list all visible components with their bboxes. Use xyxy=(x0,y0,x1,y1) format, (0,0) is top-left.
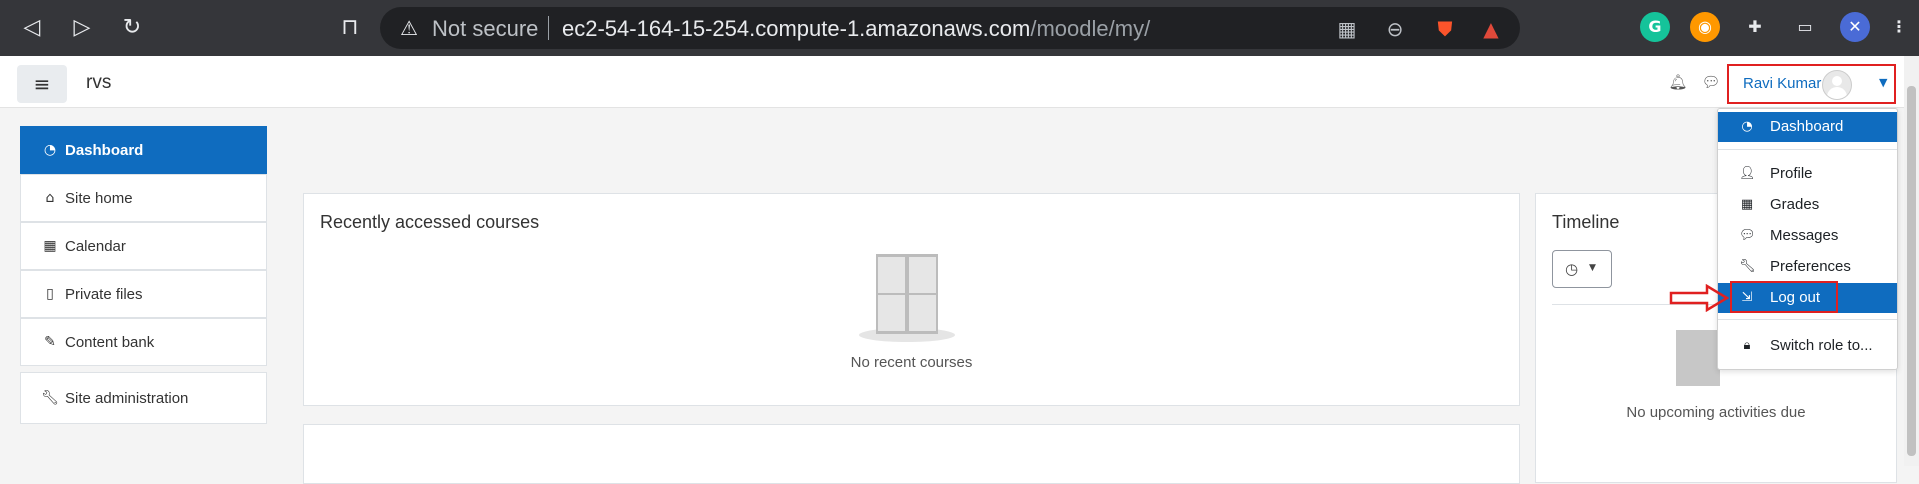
drawer-item-label: Private files xyxy=(65,286,143,303)
menu-item-messages[interactable]: 💬︎ Messages xyxy=(1718,221,1897,251)
card-title: Recently accessed courses xyxy=(320,212,540,232)
card-title: Timeline xyxy=(1552,212,1620,232)
hamburger-menu-button[interactable]: ≡ xyxy=(17,65,67,103)
drawer-item-label: Dashboard xyxy=(65,142,144,159)
course-overview-card xyxy=(303,424,1520,484)
reload-icon[interactable]: ↻ xyxy=(114,10,150,46)
drawer-item-label: Content bank xyxy=(65,334,155,351)
address-bar[interactable]: ⚠ Not secure ec2-54-164-15-254.compute-1… xyxy=(380,7,1520,49)
user-secret-icon: 🔒︎ xyxy=(1743,338,1751,353)
menu-item-preferences[interactable]: 🔧︎ Preferences xyxy=(1718,252,1897,282)
brave-rewards-icon[interactable]: ▲ xyxy=(1478,16,1504,42)
table-icon: ▦ xyxy=(1740,197,1754,212)
placeholder-cell xyxy=(909,257,936,293)
site-name[interactable]: rvs xyxy=(86,72,111,94)
menu-item-label: Profile xyxy=(1770,165,1813,182)
dashboard-icon: ◔ xyxy=(1741,119,1753,134)
bell-icon[interactable]: 🔔︎ xyxy=(1668,72,1688,92)
drawer-item-dashboard[interactable]: ◔ Dashboard xyxy=(20,126,267,174)
menu-item-switch-role[interactable]: 🔒︎ Switch role to... xyxy=(1718,331,1897,361)
divider xyxy=(1718,149,1897,150)
caret-down-icon: ▼ xyxy=(1589,263,1596,273)
empty-message: No upcoming activities due xyxy=(1626,404,1806,421)
brave-shield-icon[interactable]: ⛊ xyxy=(1432,16,1458,42)
wallet-icon[interactable]: ▭ xyxy=(1790,12,1820,42)
annotation-arrow-icon xyxy=(1669,284,1729,312)
paintbrush-icon: ✎ xyxy=(44,334,56,350)
zoom-icon[interactable]: ⊖ xyxy=(1382,16,1408,42)
placeholder-cell xyxy=(878,295,905,331)
grammarly-extension-icon[interactable]: G xyxy=(1640,12,1670,42)
placeholder-box xyxy=(876,254,938,334)
bookmark-icon[interactable]: ⊓ xyxy=(332,10,368,46)
dashboard-icon: ◔ xyxy=(43,142,57,158)
security-label[interactable]: Not secure xyxy=(432,17,538,41)
nav-drawer: ◔ Dashboard ⌂ Site home ▦ Calendar ▯ Pri… xyxy=(0,108,286,466)
apps-grid-icon[interactable]: ▦ xyxy=(1334,16,1360,42)
menu-item-dashboard[interactable]: ◔ Dashboard xyxy=(1718,112,1897,142)
drawer-item-label: Site home xyxy=(65,190,133,207)
placeholder-cell xyxy=(909,295,936,331)
color-picker-extension-icon[interactable]: ◉ xyxy=(1690,12,1720,42)
menu-item-label: Grades xyxy=(1770,196,1820,213)
drawer-item-site-home[interactable]: ⌂ Site home xyxy=(20,174,267,222)
menu-item-label: Dashboard xyxy=(1770,118,1844,135)
puzzle-extensions-icon[interactable]: ✚ xyxy=(1740,12,1770,42)
drawer-item-content-bank[interactable]: ✎ Content bank xyxy=(20,318,267,366)
forward-arrow-icon[interactable]: ▷ xyxy=(64,10,100,46)
warning-icon[interactable]: ⚠ xyxy=(400,16,424,40)
timeline-filter-select[interactable]: ◷ ▼ xyxy=(1552,250,1612,288)
back-arrow-icon[interactable]: ◁ xyxy=(14,10,50,46)
menu-icon[interactable]: ⋮ xyxy=(1884,12,1914,42)
drawer-item-label: Calendar xyxy=(65,238,126,255)
caret-down-icon[interactable]: ▼ xyxy=(1879,76,1887,89)
courses-placeholder-icon xyxy=(859,254,955,342)
chat-bubble-icon[interactable]: 💬︎ xyxy=(1701,72,1721,92)
clock-icon: ◷ xyxy=(1565,260,1579,278)
chat-icon: 💬︎ xyxy=(1739,228,1756,243)
wrench-icon: 🔧︎ xyxy=(1739,259,1756,274)
drawer-item-site-administration[interactable]: 🔧︎ Site administration xyxy=(20,372,267,424)
drawer-item-calendar[interactable]: ▦ Calendar xyxy=(20,222,267,270)
user-icon: 👤︎ xyxy=(1739,166,1756,181)
url-host: ec2-54-164-15-254.compute-1.amazonaws.co… xyxy=(562,16,1031,41)
user-dropdown-menu: ◔ Dashboard 👤︎ Profile ▦ Grades 💬︎ Messa… xyxy=(1717,108,1898,370)
x-extension-icon[interactable]: ✕ xyxy=(1840,12,1870,42)
empty-message: No recent courses xyxy=(850,354,973,371)
drawer-item-label: Site administration xyxy=(65,390,189,407)
calendar-icon: ▦ xyxy=(43,238,57,254)
menu-item-grades[interactable]: ▦ Grades xyxy=(1718,190,1897,220)
scrollbar-thumb[interactable] xyxy=(1907,86,1916,456)
menu-item-label: Switch role to... xyxy=(1770,337,1873,354)
divider xyxy=(1718,319,1897,320)
scrollbar[interactable] xyxy=(1904,56,1919,466)
placeholder-cell xyxy=(878,257,905,293)
wrench-icon: 🔧︎ xyxy=(41,390,59,406)
activities-placeholder-icon xyxy=(1676,330,1720,386)
menu-item-label: Preferences xyxy=(1770,258,1851,275)
url-path: /moodle/my/ xyxy=(1030,16,1151,41)
recent-courses-card: Recently accessed courses No recent cour… xyxy=(303,193,1520,406)
user-name[interactable]: Ravi Kumar xyxy=(1743,75,1821,92)
menu-item-profile[interactable]: 👤︎ Profile xyxy=(1718,159,1897,189)
moodle-navbar: ≡ rvs 🔔︎ 💬︎ Ravi Kumar ▼ xyxy=(0,56,1919,108)
menu-item-label: Messages xyxy=(1770,227,1839,244)
home-icon: ⌂ xyxy=(45,190,55,206)
browser-toolbar: ◁ ▷ ↻ ⊓ ⚠ Not secure ec2-54-164-15-254.c… xyxy=(0,0,1919,56)
url-text[interactable]: ec2-54-164-15-254.compute-1.amazonaws.co… xyxy=(562,17,1150,41)
url-separator xyxy=(548,16,549,40)
avatar[interactable] xyxy=(1822,70,1852,100)
annotation-highlight-box xyxy=(1730,281,1838,313)
avatar-head xyxy=(1832,76,1842,86)
file-icon: ▯ xyxy=(46,286,54,302)
user-menu-toggle[interactable]: Ravi Kumar ▼ xyxy=(1727,64,1896,104)
avatar-body xyxy=(1827,87,1847,99)
drawer-item-private-files[interactable]: ▯ Private files xyxy=(20,270,267,318)
